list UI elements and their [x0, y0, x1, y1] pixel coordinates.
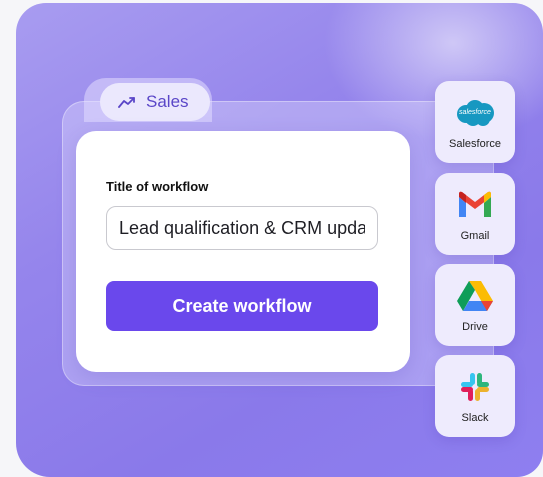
salesforce-logo-icon: salesforce [453, 97, 497, 129]
title-field-label: Title of workflow [106, 179, 209, 194]
slack-logo-icon [460, 371, 490, 403]
app-name-drive: Drive [462, 321, 488, 333]
sales-tab[interactable]: Sales [100, 83, 210, 121]
app-tile-slack[interactable]: Slack [435, 355, 515, 437]
app-tile-drive[interactable]: Drive [435, 264, 515, 346]
trending-up-icon [118, 96, 136, 108]
salesforce-logo-text: salesforce [459, 109, 491, 116]
app-tile-gmail[interactable]: Gmail [435, 173, 515, 255]
app-name-slack: Slack [461, 412, 489, 424]
app-name-salesforce: Salesforce [449, 138, 501, 150]
app-tile-salesforce[interactable]: salesforce Salesforce [435, 81, 515, 163]
gmail-logo-icon [457, 189, 493, 221]
workflow-form-card: Title of workflow Create workflow [76, 131, 410, 372]
app-name-gmail: Gmail [460, 230, 490, 242]
create-workflow-button[interactable]: Create workflow [106, 281, 378, 331]
sales-tab-label: Sales [146, 92, 189, 111]
google-drive-logo-icon [457, 280, 493, 312]
workflow-title-input[interactable] [106, 206, 378, 250]
